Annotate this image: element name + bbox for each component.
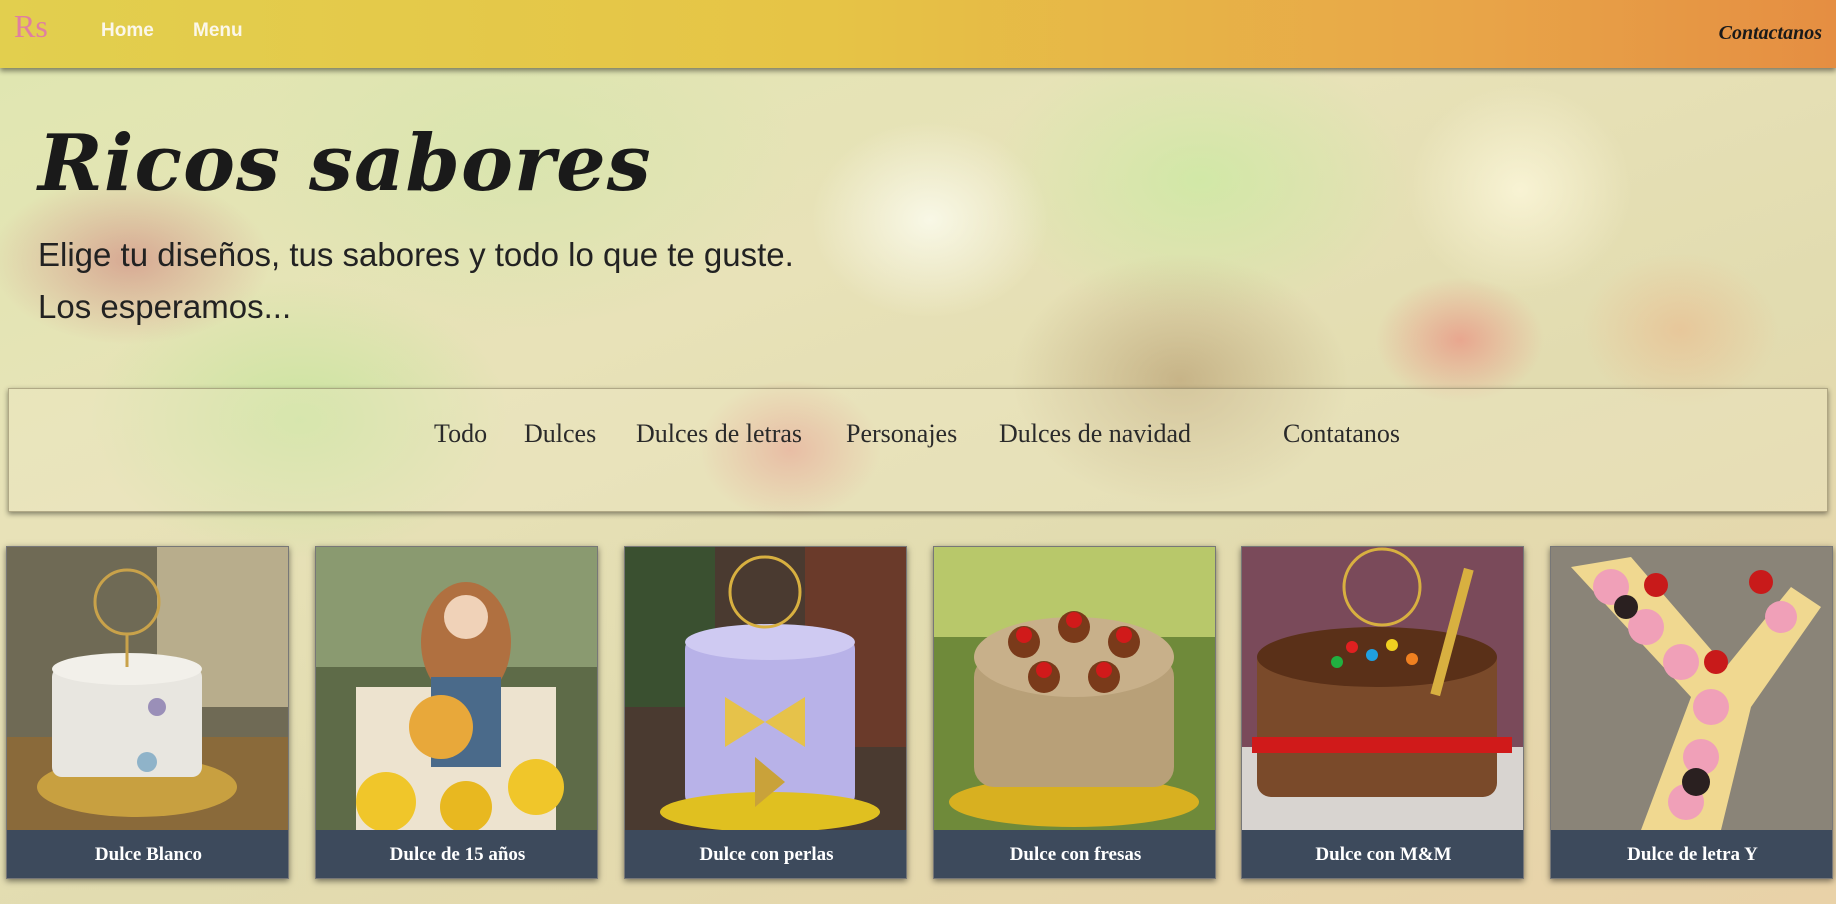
- nav-menu-link[interactable]: Menu: [193, 20, 243, 42]
- card-title: Dulce con M&M: [1242, 830, 1523, 878]
- card-title: Dulce de letra Y: [1551, 830, 1832, 878]
- card-title: Dulce con fresas: [934, 830, 1215, 878]
- quinceanera-cake-photo: [316, 547, 597, 830]
- mm-chocolate-cake-photo: [1242, 547, 1523, 830]
- card-title: Dulce de 15 años: [316, 830, 597, 878]
- nav-contact-link[interactable]: Contactanos: [1719, 22, 1822, 45]
- product-card[interactable]: Dulce con M&M: [1241, 546, 1524, 879]
- product-card[interactable]: Dulce de 15 años: [315, 546, 598, 879]
- hero-welcome: Los esperamos...: [38, 288, 292, 325]
- card-title: Dulce con perlas: [625, 830, 906, 878]
- filter-dulces-de-letras[interactable]: Dulces de letras: [636, 419, 802, 449]
- product-card[interactable]: Dulce con perlas: [624, 546, 907, 879]
- filter-dulces[interactable]: Dulces: [524, 419, 596, 449]
- filter-personajes[interactable]: Personajes: [846, 419, 957, 449]
- product-card[interactable]: Dulce de letra Y: [1550, 546, 1833, 879]
- category-filter-bar: Todo Dulces Dulces de letras Personajes …: [8, 388, 1828, 512]
- hero-tagline: Elige tu diseños, tus sabores y todo lo …: [38, 236, 794, 273]
- product-card[interactable]: Dulce con fresas: [933, 546, 1216, 879]
- logo[interactable]: Rs: [14, 8, 48, 45]
- pearl-butterfly-cake-photo: [625, 547, 906, 830]
- product-card[interactable]: Dulce Blanco: [6, 546, 289, 879]
- strawberry-cake-photo: [934, 547, 1215, 830]
- hero-title: Ricos sabores: [38, 118, 652, 209]
- card-title: Dulce Blanco: [7, 830, 288, 878]
- nav-home-link[interactable]: Home: [101, 20, 154, 42]
- navbar: Rs Home Menu Contactanos: [0, 0, 1836, 68]
- filter-contatanos[interactable]: Contatanos: [1283, 419, 1400, 449]
- white-cake-photo: [7, 547, 288, 830]
- filter-dulces-de-navidad[interactable]: Dulces de navidad: [999, 419, 1191, 449]
- letter-y-cake-photo: [1551, 547, 1832, 830]
- filter-todo[interactable]: Todo: [434, 419, 487, 449]
